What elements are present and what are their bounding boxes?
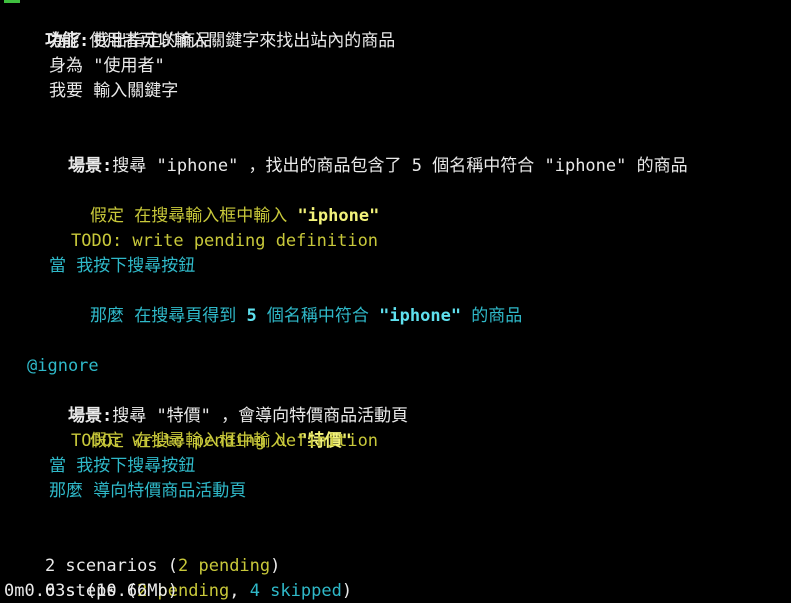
scenario-2-when: 當 我按下搜尋按鈕 bbox=[49, 456, 196, 476]
scenario-1-then-suffix: 的商品 bbox=[461, 306, 523, 326]
scenario-2-line: 場景:搜尋 "特價" ，會導向特價商品活動頁 bbox=[27, 379, 408, 426]
scenario-1-text: 搜尋 "iphone" ，找出的商品包含了 5 個名稱中符合 "iphone" … bbox=[112, 156, 688, 176]
scenario-2-todo: TODO: write pending definition bbox=[71, 431, 379, 451]
scenario-2-tag: @ignore bbox=[27, 356, 99, 376]
summary-steps-sep: , bbox=[229, 581, 250, 601]
scenario-1-then: 那麼 在搜尋頁得到 5 個名稱中符合 "iphone" 的商品 bbox=[49, 279, 522, 326]
feature-line: 功能:使用者可以輸入關鍵字來找出站內的商品 bbox=[4, 4, 395, 51]
summary-steps-suffix: ) bbox=[341, 581, 353, 601]
scenario-1-then-arg-count: 5 bbox=[246, 306, 257, 326]
scenario-2-given: 假定 在搜尋輸入框中輸入 "特價" bbox=[49, 404, 352, 451]
summary-steps: 6 steps (2 pending, 4 skipped) bbox=[4, 554, 352, 601]
scenario-1-when: 當 我按下搜尋按鈕 bbox=[49, 256, 196, 276]
terminal-window[interactable]: 功能:使用者可以輸入關鍵字來找出站內的商品 為了 找出指定的商品 身為 "使用者… bbox=[0, 0, 791, 603]
scenario-1-line: 場景:搜尋 "iphone" ，找出的商品包含了 5 個名稱中符合 "iphon… bbox=[27, 129, 688, 176]
summary-steps-skipped: 4 skipped bbox=[249, 581, 342, 601]
scenario-1-then-prefix: 那麼 在搜尋頁得到 bbox=[89, 306, 247, 326]
scenario-1-then-arg-keyword: "iphone" bbox=[379, 306, 462, 326]
feature-i-want: 我要 輸入關鍵字 bbox=[49, 81, 179, 101]
feature-as-a: 身為 "使用者" bbox=[49, 56, 165, 76]
scenario-1-then-mid: 個名稱中符合 bbox=[256, 306, 380, 326]
scenario-1-given-text: 假定 在搜尋輸入框中輸入 bbox=[89, 206, 298, 226]
feature-in-order-to: 為了 找出指定的商品 bbox=[49, 31, 213, 51]
scenario-2-then: 那麼 導向特價商品活動頁 bbox=[49, 481, 247, 501]
scenario-1-keyword: 場景: bbox=[67, 156, 113, 176]
summary-scenarios: 2 scenarios (2 pending) bbox=[4, 529, 280, 576]
scenario-1-given: 假定 在搜尋輸入框中輸入 "iphone" bbox=[49, 179, 379, 226]
summary-timing: 0m0.03s (10.66Mb) bbox=[4, 581, 178, 601]
scenario-1-todo: TODO: write pending definition bbox=[71, 231, 379, 251]
scenario-1-given-arg: "iphone" bbox=[297, 206, 380, 226]
cursor-remnant bbox=[4, 0, 20, 3]
